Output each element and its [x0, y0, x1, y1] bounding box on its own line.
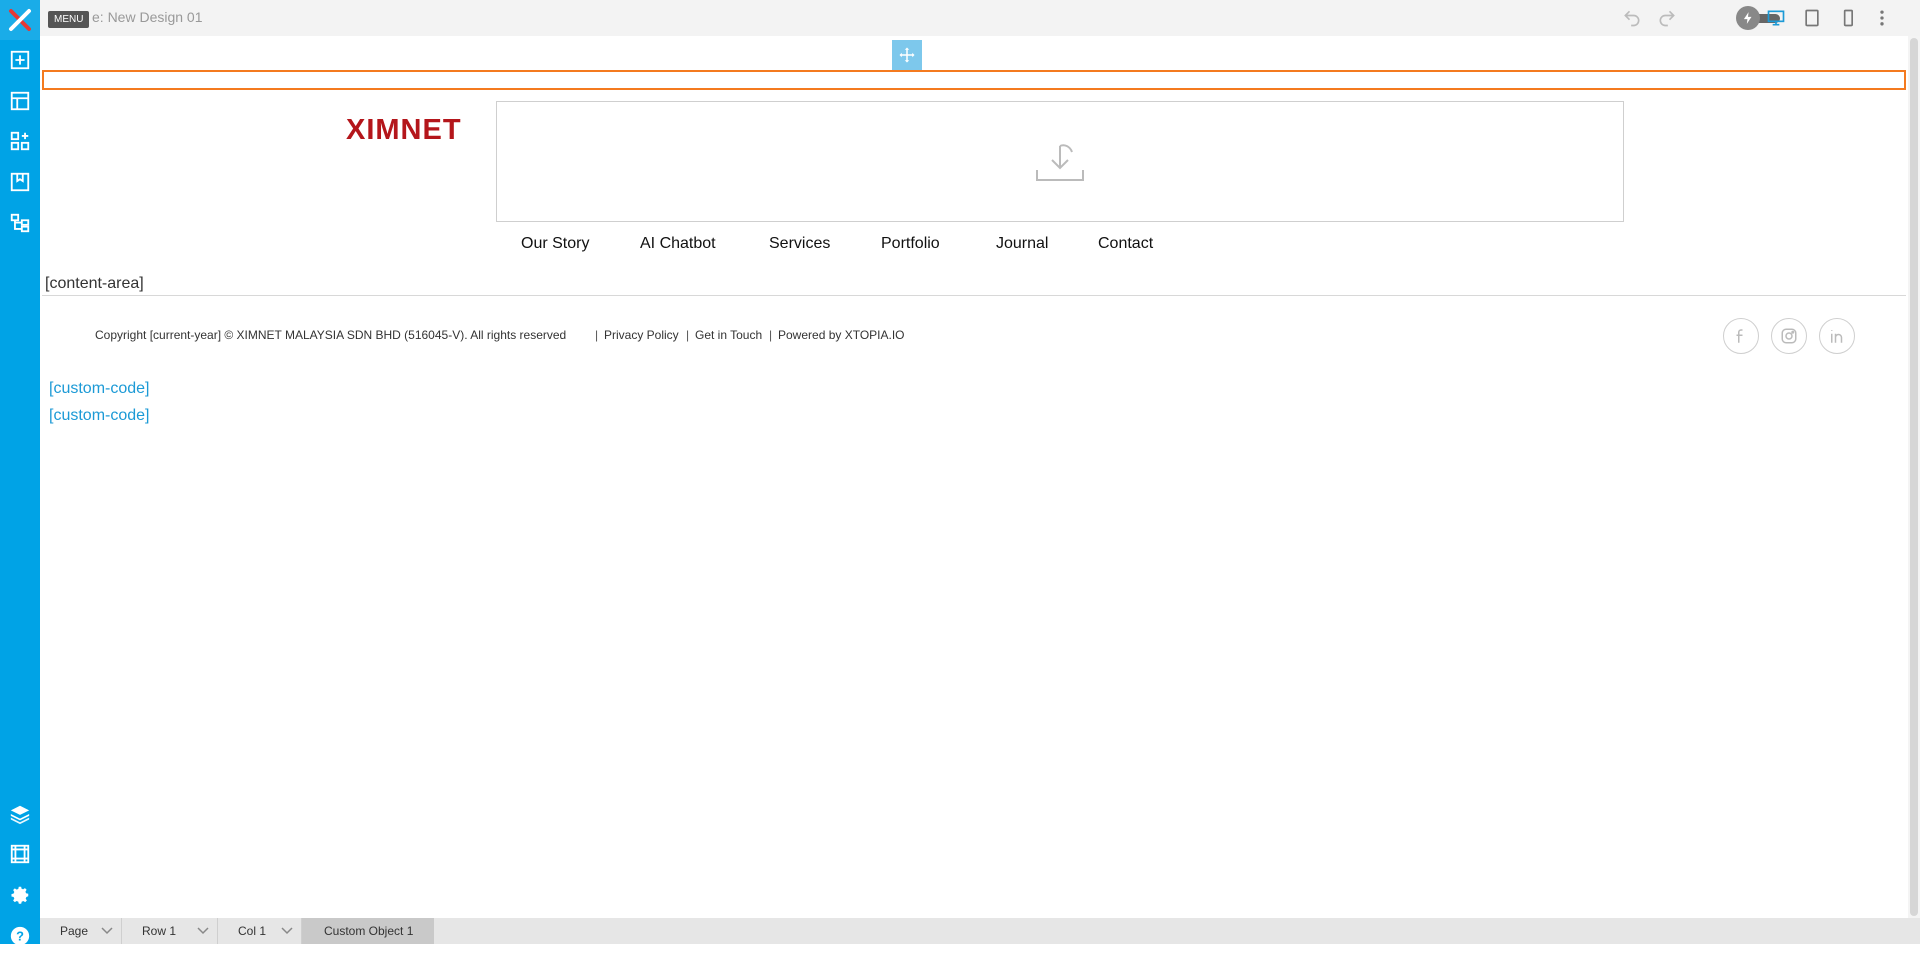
top-toolbar: e: New Design 01	[40, 0, 1920, 36]
get-in-touch-link[interactable]: Get in Touch	[695, 328, 762, 342]
sitemap-icon[interactable]	[0, 203, 40, 243]
breadcrumb-row[interactable]: Row 1	[122, 918, 218, 944]
more-icon[interactable]	[1870, 6, 1894, 30]
copyright-text: Copyright [current-year] © XIMNET MALAYS…	[95, 328, 567, 342]
gear-icon[interactable]	[0, 875, 40, 915]
svg-text:?: ?	[16, 929, 24, 944]
breadcrumb-col[interactable]: Col 1	[218, 918, 302, 944]
breadcrumb-label: Col 1	[238, 924, 267, 938]
nav-ai-chatbot[interactable]: AI Chatbot	[640, 235, 716, 257]
powered-by-link[interactable]: Powered by XTOPIA.IO	[778, 328, 905, 342]
page-title: e: New Design 01	[92, 9, 203, 25]
lightning-icon	[1736, 6, 1760, 30]
nav-services[interactable]: Services	[769, 235, 830, 257]
move-handle-icon[interactable]	[892, 40, 922, 70]
menu-tooltip: MENU	[48, 11, 90, 28]
add-icon[interactable]	[0, 40, 40, 80]
custom-code-placeholder[interactable]: [custom-code]	[49, 380, 149, 398]
chevron-down-icon	[281, 927, 293, 935]
footer-separator: |	[595, 328, 599, 342]
divider	[42, 295, 1906, 296]
footer-separator: |	[769, 328, 773, 342]
nav-journal[interactable]: Journal	[996, 235, 1048, 257]
breadcrumb-label: Page	[60, 924, 89, 938]
layers-icon[interactable]	[0, 794, 40, 834]
tablet-icon[interactable]	[1800, 6, 1824, 30]
instagram-icon[interactable]	[1771, 318, 1807, 354]
breadcrumb-label: Custom Object 1	[324, 924, 414, 938]
mobile-icon[interactable]	[1836, 6, 1860, 30]
media-icon[interactable]	[0, 834, 40, 874]
nav-portfolio[interactable]: Portfolio	[881, 235, 940, 257]
nav-contact[interactable]: Contact	[1098, 235, 1153, 257]
desktop-icon[interactable]	[1764, 6, 1788, 30]
bookmark-icon[interactable]	[0, 162, 40, 202]
site-logo[interactable]: XIMNET	[346, 114, 462, 147]
redo-icon[interactable]	[1655, 6, 1679, 30]
chevron-down-icon	[197, 927, 209, 935]
undo-icon[interactable]	[1620, 6, 1644, 30]
breadcrumb-label: Row 1	[142, 924, 177, 938]
image-placeholder[interactable]	[496, 101, 1624, 222]
custom-code-placeholder[interactable]: [custom-code]	[49, 407, 149, 425]
xtopia-logo-icon[interactable]	[0, 0, 40, 40]
content-area-placeholder: [content-area]	[45, 275, 144, 292]
breadcrumb-custom-object[interactable]: Custom Object 1	[302, 918, 434, 944]
linkedin-icon[interactable]	[1819, 318, 1855, 354]
selected-custom-object[interactable]	[42, 70, 1906, 90]
footer-separator: |	[686, 328, 690, 342]
canvas-scrollbar[interactable]	[1908, 36, 1920, 918]
facebook-icon[interactable]	[1723, 318, 1759, 354]
breadcrumb-page[interactable]: Page	[40, 918, 122, 944]
image-upload-icon	[1036, 143, 1084, 181]
widgets-icon[interactable]	[0, 121, 40, 161]
privacy-policy-link[interactable]: Privacy Policy	[604, 328, 679, 342]
left-sidebar: ?	[0, 0, 40, 946]
chevron-down-icon	[101, 927, 113, 935]
scroll-thumb[interactable]	[1910, 38, 1918, 916]
nav-our-story[interactable]: Our Story	[521, 235, 589, 257]
help-icon[interactable]: ?	[0, 916, 40, 956]
layout-icon[interactable]	[0, 81, 40, 121]
